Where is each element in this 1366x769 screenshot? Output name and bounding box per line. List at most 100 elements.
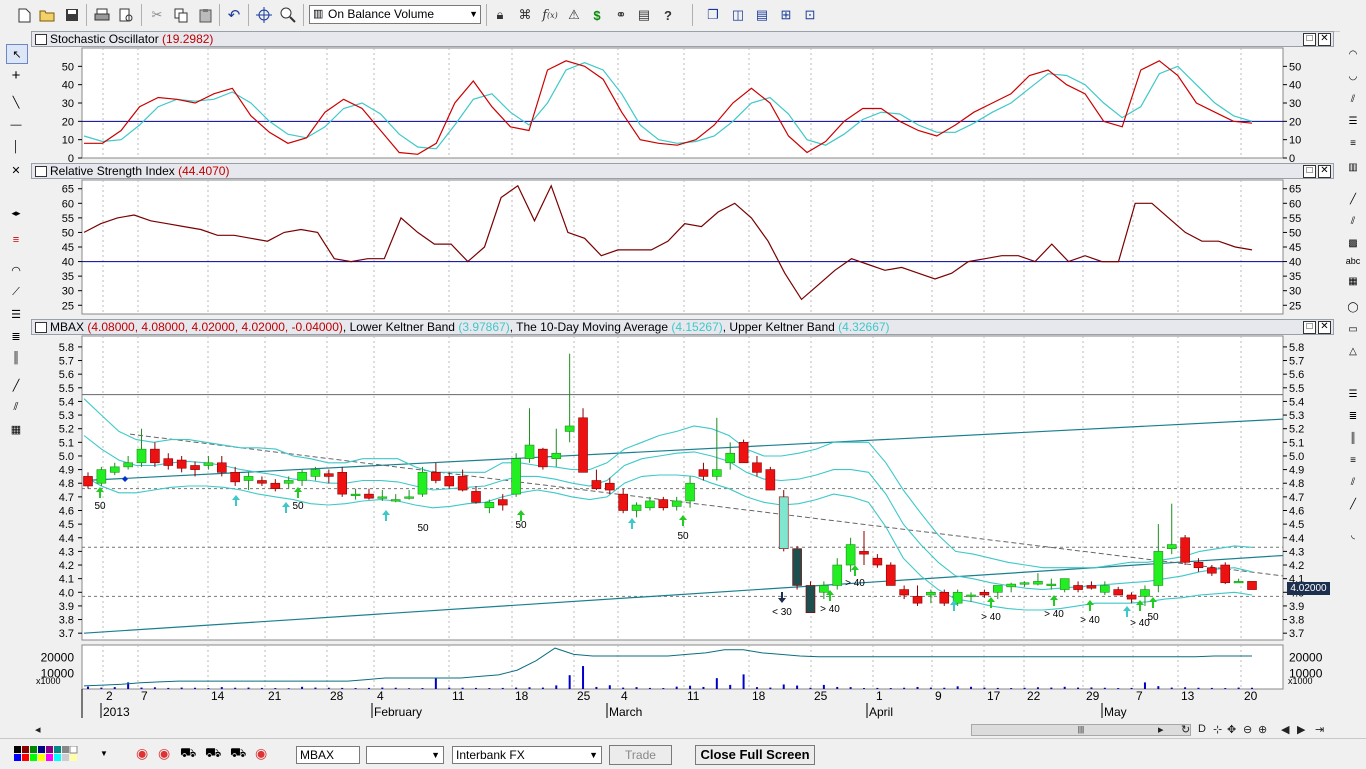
candle-up	[390, 499, 401, 502]
candle-up	[123, 462, 133, 468]
next-icon[interactable]: ▶	[1297, 723, 1305, 736]
chart-canvas[interactable]: 0 010 1020 2030 3040 4050 5025 2530 3035 3540 4045…	[0, 0, 1340, 721]
rsi-tick-label-right: 60	[1289, 198, 1301, 210]
browser-icon[interactable]: ◉	[158, 745, 170, 762]
candle-down	[1126, 594, 1137, 600]
stochastic-tick-label: 20	[62, 116, 74, 128]
browser-icon[interactable]: ◉	[136, 745, 148, 762]
candle-down	[1073, 585, 1083, 590]
candle-down	[805, 585, 816, 614]
candle-up	[819, 585, 829, 593]
browser-icon[interactable]: ◉	[255, 745, 267, 762]
symbol-input[interactable]: MBAX	[296, 746, 360, 764]
candle-up	[631, 504, 642, 511]
candle-down	[1220, 564, 1231, 584]
price-tick-label-right: 4.5	[1289, 519, 1304, 531]
speed-lines-icon[interactable]: ╱	[1343, 496, 1363, 512]
rectangle-icon[interactable]: ▭	[1343, 321, 1363, 337]
period-dropdown[interactable]: ▼	[366, 746, 444, 764]
price-tick-label-right: 4.2	[1289, 560, 1304, 572]
close-full-screen-button[interactable]: Close Full Screen	[695, 745, 815, 765]
scroll-right-icon[interactable]: ▸	[1158, 723, 1164, 736]
price-tick-label-right: 5.1	[1289, 437, 1304, 449]
candle-down	[885, 564, 896, 586]
price-tick-label: 4.6	[59, 505, 74, 517]
candle-down	[939, 591, 950, 604]
vehicle-icon[interactable]: ⛟	[180, 745, 196, 763]
candle-up	[1166, 544, 1177, 549]
candle-up	[404, 496, 414, 499]
trade-button[interactable]: Trade	[609, 745, 672, 765]
candle-up	[243, 476, 254, 481]
color-palette[interactable]	[14, 745, 104, 762]
refresh-icon[interactable]: ↻	[1181, 723, 1190, 736]
scroll-left-icon[interactable]: ◂	[35, 723, 41, 736]
candle-down	[578, 417, 588, 473]
arrows-icon[interactable]: ⫽	[1343, 474, 1363, 490]
date-tick-label: 4	[377, 689, 384, 703]
stochastic-tick-label-right: 20	[1289, 116, 1301, 128]
price-tick-label-right: 4.4	[1289, 533, 1304, 545]
rsi-tick-label: 65	[62, 184, 74, 196]
price-tick-label: 5.8	[59, 342, 74, 354]
candle-up	[1153, 551, 1164, 586]
table-icon[interactable]: ▦	[1343, 273, 1363, 289]
lines-set-icon[interactable]: ≡	[1343, 452, 1363, 468]
pan-icon[interactable]: ✥	[1227, 723, 1236, 736]
volume-unit-label-right: x1000	[1288, 676, 1313, 686]
candle-down	[1086, 585, 1097, 589]
crosshair-small-icon[interactable]: ⊹	[1213, 723, 1222, 736]
prev-icon[interactable]: ◀	[1281, 723, 1289, 736]
bars-icon[interactable]: ▥	[1343, 159, 1363, 175]
vehicle-icon[interactable]: ⛟	[205, 745, 221, 763]
fib-retrace-icon[interactable]: ☰	[1343, 386, 1363, 402]
candle-down	[337, 472, 348, 495]
candle-up	[1046, 583, 1057, 586]
candle-down	[497, 499, 508, 506]
gann-icon[interactable]: ⫽	[1343, 213, 1363, 229]
hatch-icon[interactable]: ▩	[1343, 235, 1363, 251]
candle-down	[618, 493, 628, 511]
vehicle-icon[interactable]: ⛟	[230, 745, 246, 763]
zoom-out-icon[interactable]: ⊖	[1243, 723, 1252, 736]
feed-dropdown[interactable]: Interbank FX ▼	[452, 746, 602, 764]
stochastic-tick-label-right: 0	[1289, 153, 1295, 165]
price-tick-label: 5.7	[59, 356, 74, 368]
channels-icon[interactable]: ║	[1343, 430, 1363, 446]
price-tick-label: 4.1	[59, 574, 74, 586]
zoom-in-icon[interactable]: ⊕	[1258, 723, 1267, 736]
circle-arc-icon[interactable]: ◡	[1343, 68, 1363, 84]
text-abc-icon[interactable]: abc	[1343, 253, 1363, 269]
fan-icon[interactable]: ⫽	[1343, 91, 1363, 107]
candle-down	[83, 476, 93, 487]
volume-tick-label: 20000	[41, 651, 75, 665]
triangle-icon[interactable]: △	[1343, 343, 1363, 359]
fib-ext-icon[interactable]: ≣	[1343, 408, 1363, 424]
candle-down	[765, 469, 776, 491]
stochastic-tick-label: 40	[62, 80, 74, 92]
curve-icon[interactable]: ◟	[1343, 527, 1363, 543]
price-tick-label-right: 3.7	[1289, 628, 1304, 640]
levels-icon[interactable]: ≡	[1343, 135, 1363, 151]
lines-icon[interactable]: ☰	[1343, 113, 1363, 129]
candle-down	[1113, 589, 1124, 596]
price-tick-label-right: 3.9	[1289, 601, 1304, 613]
price-tick-label-right: 5.7	[1289, 356, 1304, 368]
palette-dropdown-icon[interactable]: ▼	[100, 749, 108, 758]
line-draw-icon[interactable]: ╱	[1343, 191, 1363, 207]
ellipse-icon[interactable]: ◯	[1343, 299, 1363, 315]
arc-icon[interactable]: ◠	[1343, 46, 1363, 62]
price-tick-label: 5.1	[59, 437, 74, 449]
date-tick-label: 28	[330, 689, 344, 703]
date-tick-label: 14	[211, 689, 225, 703]
stochastic-tick-label-right: 50	[1289, 61, 1301, 73]
candle-down	[270, 482, 281, 489]
price-tick-label: 4.5	[59, 519, 74, 531]
end-icon[interactable]: ⇥	[1315, 723, 1324, 736]
rsi-tick-label-right: 65	[1289, 184, 1301, 196]
date-tick-label: 22	[1027, 689, 1041, 703]
candle-up	[966, 594, 976, 597]
candle-down	[324, 473, 334, 477]
daily-icon[interactable]: D	[1198, 723, 1206, 735]
candle-down	[899, 589, 909, 596]
